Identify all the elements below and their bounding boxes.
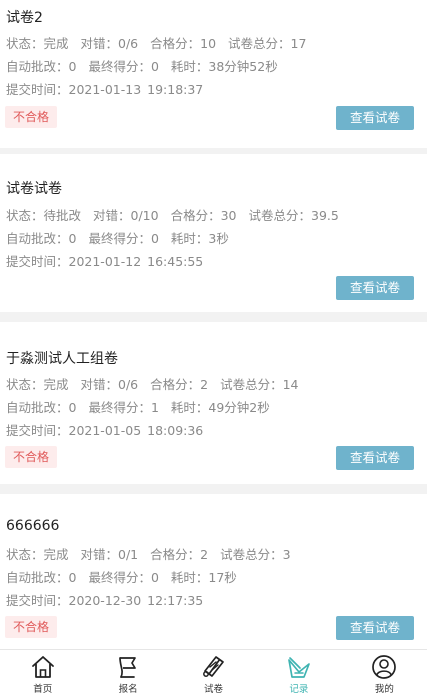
tab-mine-label: 我的: [374, 684, 394, 695]
time-spent: 耗时：3秒: [170, 231, 229, 246]
time-spent: 耗时：38分钟52秒: [170, 59, 278, 74]
tab-records-label: 记录: [289, 684, 309, 695]
bottom-tab-bar: 首页 报名 试卷 记录 我的: [0, 649, 427, 698]
record-card: 试卷2 状态：完成 对错：0/6 合格分：10 试卷总分：17 自动批改：0 最终得分：…: [0, 0, 427, 148]
record-card: 试卷试卷 状态：待批改 对错：0/10 合格分：30 试卷总分：39.5 自动批改：0…: [0, 154, 427, 312]
pass-score: 合格分：2: [150, 547, 209, 562]
pass-score: 合格分：10: [150, 36, 217, 51]
tab-signup-label: 报名: [118, 684, 138, 695]
user-profile-icon: [372, 655, 397, 679]
exam-title: 试卷2: [6, 10, 43, 26]
pass-score: 合格分：30: [170, 208, 237, 223]
tab-signup[interactable]: 报名: [85, 650, 170, 698]
status-row: 状态：完成 对错：0/6 合格分：10 试卷总分：17: [6, 33, 306, 52]
total-score: 试卷总分：3: [220, 547, 291, 562]
score-row: 自动批改：0 最终得分：0 耗时：38分钟52秒: [6, 56, 278, 75]
record-card: 666666 状态：完成 对错：0/1 合格分：2 试卷总分：3 自动批改：0 最终得分…: [0, 494, 427, 650]
final-score: 最终得分：0: [88, 231, 159, 246]
auto-grade: 自动批改：0: [6, 400, 77, 415]
final-score: 最终得分：0: [88, 570, 159, 585]
auto-grade: 自动批改：0: [6, 231, 77, 246]
correct-count: 对错：0/1: [80, 547, 139, 562]
view-exam-button[interactable]: 查看试卷: [336, 616, 414, 640]
auto-grade: 自动批改：0: [6, 570, 77, 585]
tab-home-label: 首页: [33, 684, 53, 695]
pass-score: 合格分：2: [150, 377, 209, 392]
submit-time: 提交时间：2021-01-12 16:45:55: [6, 254, 204, 269]
correct-count: 对错：0/6: [80, 377, 139, 392]
exam-records-screen: 试卷2 状态：完成 对错：0/6 合格分：10 试卷总分：17 自动批改：0 最终得分：…: [0, 0, 427, 698]
signup-flag-icon: [119, 657, 136, 678]
score-row: 自动批改：0 最终得分：0 耗时：17秒: [6, 567, 237, 586]
scroll-icon: [202, 656, 224, 677]
tab-exam[interactable]: 试卷: [171, 650, 256, 698]
fail-badge: 不合格: [5, 446, 58, 468]
status-row: 状态：待批改 对错：0/10 合格分：30 试卷总分：39.5: [6, 205, 339, 224]
total-score: 试卷总分：17: [228, 36, 307, 51]
score-row: 自动批改：0 最终得分：0 耗时：3秒: [6, 228, 229, 247]
tab-exam-label: 试卷: [204, 684, 224, 695]
tab-mine[interactable]: 我的: [342, 650, 427, 698]
status-text: 状态：完成: [6, 377, 69, 392]
status-text: 状态：待批改: [6, 208, 82, 223]
records-icon: [288, 657, 310, 678]
view-exam-button[interactable]: 查看试卷: [336, 276, 414, 300]
correct-count: 对错：0/10: [93, 208, 159, 223]
final-score: 最终得分：0: [88, 59, 159, 74]
view-exam-button[interactable]: 查看试卷: [336, 446, 414, 470]
exam-title: 试卷试卷: [6, 181, 62, 197]
final-score: 最终得分：1: [88, 400, 159, 415]
submit-time: 提交时间：2020-12-30 12:17:35: [6, 593, 204, 608]
status-text: 状态：完成: [6, 36, 69, 51]
tab-records[interactable]: 记录: [256, 650, 341, 698]
home-icon: [31, 656, 54, 678]
score-row: 自动批改：0 最终得分：1 耗时：49分钟2秒: [6, 397, 270, 416]
total-score: 试卷总分：39.5: [248, 208, 339, 223]
status-row: 状态：完成 对错：0/6 合格分：2 试卷总分：14: [6, 374, 299, 393]
view-exam-button[interactable]: 查看试卷: [336, 106, 414, 130]
auto-grade: 自动批改：0: [6, 59, 77, 74]
exam-title: 于淼测试人工组卷: [6, 351, 118, 367]
tab-home[interactable]: 首页: [0, 650, 85, 698]
submit-time: 提交时间：2021-01-05 18:09:36: [6, 423, 204, 438]
total-score: 试卷总分：14: [220, 377, 299, 392]
status-text: 状态：完成: [6, 547, 69, 562]
time-spent: 耗时：49分钟2秒: [170, 400, 270, 415]
correct-count: 对错：0/6: [80, 36, 139, 51]
submit-time: 提交时间：2021-01-13 19:18:37: [6, 82, 204, 97]
fail-badge: 不合格: [5, 616, 58, 638]
fail-badge: 不合格: [5, 106, 58, 128]
time-spent: 耗时：17秒: [170, 570, 237, 585]
exam-title: 666666: [6, 518, 60, 534]
status-row: 状态：完成 对错：0/1 合格分：2 试卷总分：3: [6, 544, 291, 563]
record-card: 于淼测试人工组卷 状态：完成 对错：0/6 合格分：2 试卷总分：14 自动批改：0 最…: [0, 322, 427, 484]
